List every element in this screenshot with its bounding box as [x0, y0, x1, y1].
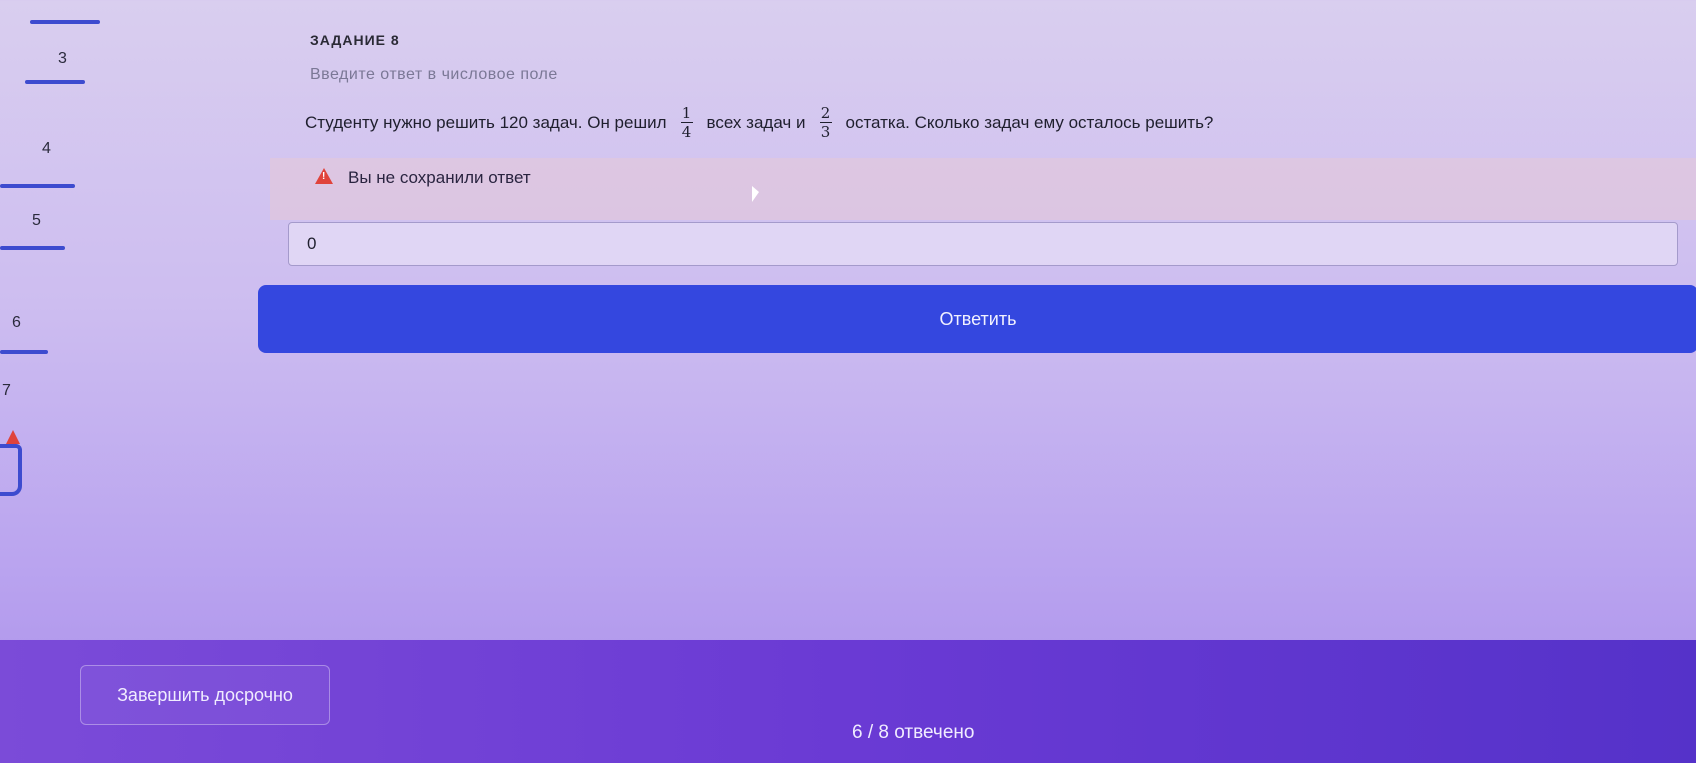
step-divider — [0, 246, 65, 250]
fraction-numerator: 2 — [820, 104, 831, 122]
unsaved-warning: ! Вы не сохранили ответ — [270, 158, 1696, 220]
sidebar-step-7[interactable]: 7 — [0, 380, 90, 420]
question-sidebar: 3 4 5 6 7 — [0, 0, 100, 640]
fraction-two-thirds: 2 3 — [819, 104, 832, 141]
sidebar-step-4[interactable]: 4 — [0, 140, 90, 200]
task-label: ЗАДАНИЕ 8 — [310, 32, 400, 48]
step-divider — [0, 350, 48, 354]
mouse-cursor-icon — [752, 186, 759, 202]
task-panel: ЗАДАНИЕ 8 Введите ответ в числовое поле … — [258, 0, 1696, 640]
sidebar-step-5[interactable]: 5 — [0, 210, 90, 270]
step-number: 6 — [12, 314, 21, 331]
sidebar-step-6[interactable]: 6 — [0, 310, 90, 360]
answer-input[interactable] — [288, 222, 1678, 266]
sidebar-step-3[interactable]: 3 — [0, 18, 100, 88]
question-part-2: всех задач и — [706, 112, 806, 132]
fraction-denominator: 3 — [820, 123, 831, 141]
fraction-one-quarter: 1 4 — [680, 104, 693, 141]
step-number: 5 — [32, 212, 41, 229]
warning-text: Вы не сохранили ответ — [348, 168, 531, 187]
submit-answer-button[interactable]: Ответить — [258, 285, 1696, 353]
step-number: 7 — [2, 382, 11, 399]
footer-bar: Завершить досрочно 6 / 8 отвечено — [0, 640, 1696, 763]
warning-triangle-icon: ! — [315, 168, 333, 184]
step-divider — [0, 184, 75, 188]
question-text: Студенту нужно решить 120 задач. Он реши… — [305, 105, 1213, 140]
question-part-1: Студенту нужно решить 120 задач. Он реши… — [305, 112, 667, 132]
finish-early-button[interactable]: Завершить досрочно — [80, 665, 330, 725]
question-part-3: остатка. Сколько задач ему осталось реши… — [845, 112, 1214, 132]
warning-flag-icon — [0, 430, 24, 496]
fraction-denominator: 4 — [681, 123, 692, 141]
task-hint: Введите ответ в числовое поле — [310, 66, 558, 83]
step-number: 3 — [58, 50, 67, 67]
step-divider — [25, 80, 85, 84]
progress-counter: 6 / 8 отвечено — [852, 722, 975, 743]
step-divider — [30, 20, 100, 24]
fraction-numerator: 1 — [681, 104, 692, 122]
step-number: 4 — [42, 140, 51, 157]
